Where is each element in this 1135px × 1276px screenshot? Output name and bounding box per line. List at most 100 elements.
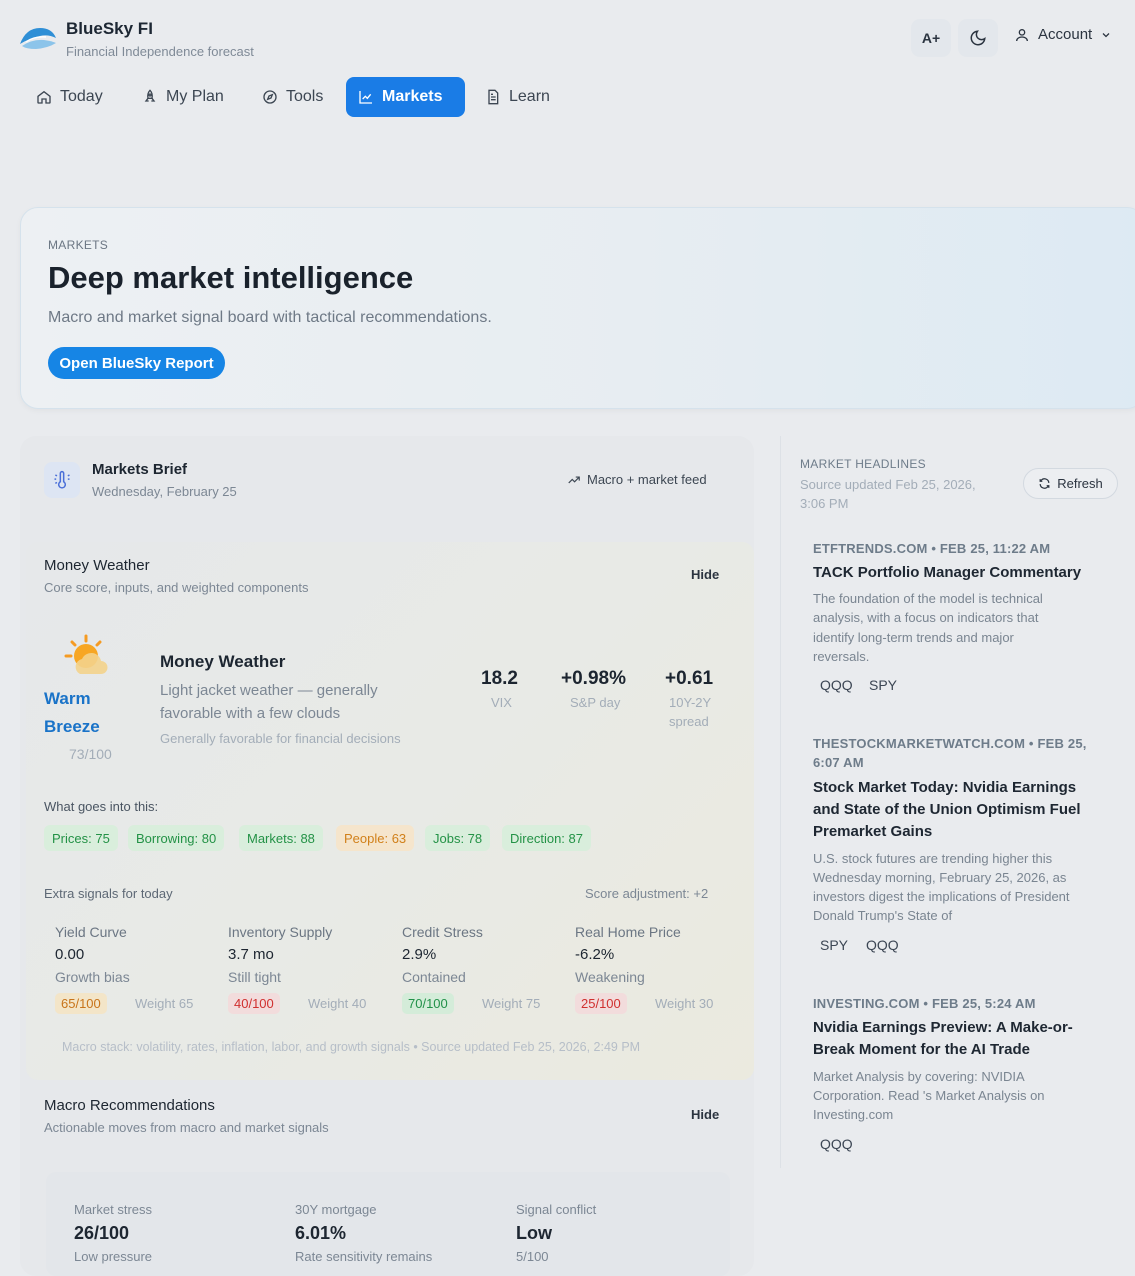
moon-icon: [970, 30, 986, 46]
signal-name: Inventory Supply: [228, 924, 333, 940]
tab-my-plan[interactable]: My Plan: [130, 77, 236, 117]
ticker-tag[interactable]: SPY: [820, 937, 848, 953]
tab-label: My Plan: [166, 88, 224, 105]
tab-learn[interactable]: Learn: [473, 77, 562, 117]
chevron-down-icon: [1102, 32, 1110, 37]
signal-score: 40/100: [228, 993, 280, 1014]
headline-title[interactable]: Nvidia Earnings Preview: A Make-or-: [813, 1017, 1073, 1039]
headline-source: THESTOCKMARKETWATCH.COM • FEB 25,: [813, 736, 1087, 751]
headline-body: The foundation of the model is technical: [813, 591, 1043, 606]
rec-stat-value: Low: [516, 1223, 552, 1243]
spread-label-2: spread: [669, 714, 709, 729]
signal-value: 2.9%: [402, 946, 437, 963]
headline-body: U.S. stock futures are trending higher t…: [813, 851, 1053, 866]
signal-status: Growth bias: [55, 969, 130, 985]
vix-value: 18.2: [481, 668, 518, 689]
hide-money-weather-button[interactable]: Hide: [691, 567, 719, 582]
rec-stat-label: 30Y mortgage: [295, 1202, 377, 1217]
weather-headline: Money Weather: [160, 652, 286, 671]
brief-date: Wednesday, February 25: [92, 484, 237, 499]
signal-status: Contained: [402, 969, 466, 985]
weather-desc-line2: favorable with a few clouds: [160, 705, 341, 722]
headline-body: Investing.com: [813, 1107, 894, 1122]
app-tagline: Financial Independence forecast: [66, 44, 254, 59]
ticker-tag[interactable]: QQQ: [820, 1136, 853, 1152]
headline-title[interactable]: Break Moment for the AI Trade: [813, 1039, 1030, 1061]
macro-rec-subtitle: Actionable moves from macro and market s…: [44, 1120, 329, 1135]
signal-value: 3.7 mo: [228, 946, 274, 963]
headline-title[interactable]: TACK Portfolio Manager Commentary: [813, 562, 1081, 584]
ticker-tag[interactable]: SPY: [869, 677, 897, 693]
headline-body: identify long-term trends and major: [813, 630, 1014, 645]
headline-source: 6:07 AM: [813, 755, 864, 770]
hero-eyebrow: MARKETS: [48, 238, 109, 252]
spread-label: 10Y-2Y: [669, 695, 712, 710]
signal-score: 25/100: [575, 993, 627, 1014]
feed-label: Macro + market feed: [587, 472, 707, 487]
thermometer-icon: [44, 462, 80, 498]
font-size-button[interactable]: A+: [911, 19, 951, 57]
weather-score: 73/100: [69, 746, 112, 762]
headline-body: investors digest the implications of Pre…: [813, 889, 1070, 904]
signal-weight: Weight 75: [482, 996, 541, 1011]
headline-title[interactable]: Premarket Gains: [813, 821, 932, 843]
headline-body: Donald Trump's State of: [813, 908, 953, 923]
trend-up-icon: [568, 476, 580, 483]
refresh-icon: [1039, 478, 1050, 489]
hide-macro-rec-button[interactable]: Hide: [691, 1107, 719, 1122]
inputs-label: What goes into this:: [44, 799, 159, 814]
signal-status: Weakening: [575, 969, 645, 985]
sp-day-label: S&P day: [570, 695, 621, 710]
input-chip-direction: Direction: 87: [502, 825, 591, 851]
input-chip-prices: Prices: 75: [44, 825, 118, 851]
ticker-tag[interactable]: QQQ: [820, 677, 853, 693]
tab-today[interactable]: Today: [24, 77, 115, 117]
extra-signals-label: Extra signals for today: [44, 886, 173, 901]
signal-score: 65/100: [55, 993, 107, 1014]
headline-body: Wednesday morning, February 25, 2026, as: [813, 870, 1067, 885]
rec-stat-label: Market stress: [74, 1202, 153, 1217]
ticker-tag[interactable]: QQQ: [866, 937, 899, 953]
input-chip-people: People: 63: [336, 825, 415, 851]
brief-title: Markets Brief: [92, 461, 188, 478]
weather-status-line1: Warm: [44, 689, 91, 708]
signal-status: Still tight: [228, 969, 281, 985]
sp-day-value: +0.98%: [561, 668, 626, 689]
headlines-title: MARKET HEADLINES: [800, 457, 926, 471]
refresh-button[interactable]: Refresh: [1023, 468, 1118, 499]
rec-stat-note: Low pressure: [74, 1249, 153, 1264]
account-menu[interactable]: Account: [1014, 26, 1112, 43]
headline-body: analysis, with a focus on indicators tha…: [813, 610, 1039, 625]
tab-label: Tools: [286, 88, 324, 105]
headline-source: INVESTING.COM • FEB 25, 5:24 AM: [813, 996, 1036, 1011]
headline-body: reversals.: [813, 649, 870, 664]
bluesky-logo: [20, 28, 56, 49]
tab-label: Learn: [509, 88, 550, 105]
headline-title[interactable]: Stock Market Today: Nvidia Earnings: [813, 777, 1076, 799]
theme-toggle-button[interactable]: [958, 19, 998, 57]
headline-title[interactable]: and State of the Union Optimism Fuel: [813, 799, 1081, 821]
account-label: Account: [1038, 26, 1093, 43]
hero-subtitle: Macro and market signal board with tacti…: [48, 309, 492, 326]
macro-rec-title: Macro Recommendations: [44, 1097, 215, 1114]
open-report-button[interactable]: Open BlueSky Report: [48, 347, 225, 379]
page-title: Deep market intelligence: [48, 260, 414, 295]
tab-label: Markets: [382, 88, 443, 105]
signal-name: Yield Curve: [55, 924, 127, 940]
document-icon: [488, 89, 499, 105]
signal-weight: Weight 40: [308, 996, 367, 1011]
rocket-icon: [144, 89, 156, 102]
weather-desc-line1: Light jacket weather — generally: [160, 682, 378, 699]
rec-stat-value: 6.01%: [295, 1223, 347, 1243]
headline-body: Market Analysis by covering: NVIDIA: [813, 1069, 1025, 1084]
tab-markets[interactable]: Markets: [346, 77, 465, 117]
signal-weight: Weight 30: [655, 996, 714, 1011]
rec-stat-note: 5/100: [516, 1249, 549, 1264]
input-chip-borrowing: Borrowing: 80: [128, 825, 225, 851]
tab-tools[interactable]: Tools: [250, 77, 335, 117]
rec-stat-value: 26/100: [74, 1223, 130, 1243]
money-weather-section-title: Money Weather: [44, 557, 150, 574]
signal-value: 0.00: [55, 946, 85, 963]
app-name: BlueSky FI: [66, 19, 153, 38]
input-chip-jobs: Jobs: 78: [425, 825, 491, 851]
